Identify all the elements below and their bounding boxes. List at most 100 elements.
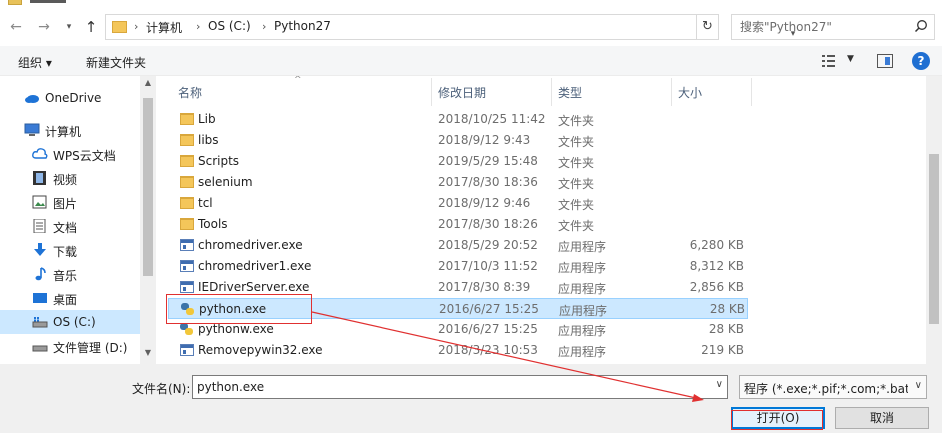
file-row-lib[interactable]: Lib 2018/10/25 11:42 文件夹 xyxy=(168,109,748,130)
breadcrumb-drive[interactable]: OS (C:) xyxy=(208,19,251,33)
sort-ascending-icon: ^ xyxy=(294,76,302,85)
file-name: chromedriver.exe xyxy=(198,238,303,252)
forward-button[interactable]: → xyxy=(35,17,53,37)
cancel-button[interactable]: 取消 xyxy=(835,407,929,429)
annotation-highlight-open xyxy=(731,410,823,430)
column-divider[interactable] xyxy=(431,78,432,106)
help-icon[interactable]: ? xyxy=(912,52,930,70)
file-list-scrollbar[interactable] xyxy=(926,76,942,364)
document-icon xyxy=(33,219,46,233)
column-divider[interactable] xyxy=(671,78,672,106)
file-row-scripts[interactable]: Scripts 2019/5/29 15:48 文件夹 xyxy=(168,151,748,172)
column-header-name[interactable]: 名称 xyxy=(178,84,202,101)
file-name: Lib xyxy=(198,112,216,126)
column-header-date[interactable]: 修改日期 xyxy=(438,84,486,101)
video-icon xyxy=(33,171,46,185)
file-date: 2017/8/30 8:39 xyxy=(438,280,531,294)
column-divider[interactable] xyxy=(751,78,752,106)
filename-input[interactable] xyxy=(193,376,703,398)
nav-item-computer[interactable]: 计算机 xyxy=(0,118,140,142)
file-row-removepywin32[interactable]: Removepywin32.exe 2018/3/23 10:53 应用程序 2… xyxy=(168,340,748,361)
recent-locations-button[interactable]: ▾ xyxy=(60,17,78,37)
search-box[interactable] xyxy=(731,14,935,40)
file-date: 2016/6/27 15:25 xyxy=(438,322,538,336)
file-row-tcl[interactable]: tcl 2018/9/12 9:46 文件夹 xyxy=(168,193,748,214)
file-date: 2017/8/30 18:26 xyxy=(438,217,538,231)
filename-label: 文件名(N): xyxy=(132,382,191,396)
file-type: 应用程序 xyxy=(558,345,607,359)
scroll-up-arrow-icon[interactable]: ▲ xyxy=(140,78,156,92)
breadcrumb-separator: › xyxy=(196,20,201,33)
nav-item-label: OS (C:) xyxy=(53,315,96,329)
organize-button[interactable]: 组织 ▾ xyxy=(18,54,52,71)
column-divider[interactable] xyxy=(551,78,552,106)
nav-item-label: 计算机 xyxy=(45,125,82,139)
file-row-tools[interactable]: Tools 2017/8/30 18:26 文件夹 xyxy=(168,214,748,235)
nav-item-documents[interactable]: 文档 xyxy=(0,214,140,238)
scroll-down-arrow-icon[interactable]: ▼ xyxy=(140,348,156,362)
file-row-chromedriver[interactable]: chromedriver.exe 2018/5/29 20:52 应用程序 6,… xyxy=(168,235,748,256)
search-icon xyxy=(914,20,927,33)
window-title-fragment xyxy=(30,0,66,3)
file-type: 应用程序 xyxy=(558,282,607,296)
file-date: 2018/10/25 11:42 xyxy=(438,112,546,126)
nav-item-videos[interactable]: 视频 xyxy=(0,166,140,190)
file-row-libs[interactable]: libs 2018/9/12 9:43 文件夹 xyxy=(168,130,748,151)
address-bar[interactable]: › 计算机 › OS (C:) › Python27 ▾ xyxy=(105,14,795,40)
file-name: IEDriverServer.exe xyxy=(198,280,310,294)
folder-icon xyxy=(180,155,194,167)
nav-item-music[interactable]: 音乐 xyxy=(0,262,140,286)
file-type: 文件夹 xyxy=(558,114,595,128)
window-title-strip xyxy=(0,0,942,8)
nav-item-drive-d[interactable]: 文件管理 (D:) xyxy=(0,334,140,358)
nav-item-desktop[interactable]: 桌面 xyxy=(0,286,140,310)
file-row-chromedriver1[interactable]: chromedriver1.exe 2017/10/3 11:52 应用程序 8… xyxy=(168,256,748,277)
scrollbar-thumb[interactable] xyxy=(143,98,153,276)
filetype-value: 程序 (*.exe;*.pif;*.com;*.bat;*. xyxy=(744,382,908,396)
filetype-select[interactable]: 程序 (*.exe;*.pif;*.com;*.bat;*. ∨ xyxy=(739,375,927,399)
nav-item-onedrive[interactable]: OneDrive xyxy=(0,86,140,110)
scrollbar-thumb[interactable] xyxy=(929,154,939,324)
nav-item-label: 下载 xyxy=(53,245,78,259)
breadcrumb-computer[interactable]: 计算机 xyxy=(146,19,182,36)
view-options-icon[interactable] xyxy=(822,54,844,68)
up-button[interactable]: ↑ xyxy=(82,17,100,37)
column-header-size[interactable]: 大小 xyxy=(678,84,702,101)
filename-combobox[interactable]: ∨ xyxy=(192,375,728,399)
file-size: 8,312 KB xyxy=(689,259,744,273)
file-name: chromedriver1.exe xyxy=(198,259,312,273)
file-type: 应用程序 xyxy=(558,261,607,275)
file-name: Scripts xyxy=(198,154,240,168)
file-type: 文件夹 xyxy=(558,156,595,170)
file-size: 6,280 KB xyxy=(689,238,744,252)
refresh-button[interactable]: ↻ xyxy=(697,14,719,40)
column-header-type[interactable]: 类型 xyxy=(558,84,582,101)
search-input[interactable] xyxy=(732,15,912,39)
application-icon xyxy=(180,344,194,356)
cloud-icon xyxy=(25,95,39,103)
breadcrumb-folder[interactable]: Python27 xyxy=(274,19,331,33)
nav-item-downloads[interactable]: 下载 xyxy=(0,238,140,262)
nav-item-pictures[interactable]: 图片 xyxy=(0,190,140,214)
nav-item-wps-cloud[interactable]: WPS云文档 xyxy=(0,142,140,166)
nav-item-label: 音乐 xyxy=(53,269,78,283)
nav-pane-scrollbar[interactable]: ▲ ▼ xyxy=(140,76,156,364)
file-name: selenium xyxy=(198,175,253,189)
chevron-down-icon[interactable]: ∨ xyxy=(716,379,723,390)
file-date: 2018/3/23 10:53 xyxy=(438,343,538,357)
new-folder-button[interactable]: 新建文件夹 xyxy=(86,54,146,71)
application-icon xyxy=(180,281,194,293)
folder-icon xyxy=(180,113,194,125)
python-icon xyxy=(180,323,194,335)
command-toolbar: 组织 ▾ 新建文件夹 ▼ ? xyxy=(0,46,942,76)
nav-item-drive-c[interactable]: OS (C:) xyxy=(0,310,140,334)
chevron-down-icon[interactable]: ▼ xyxy=(847,54,854,64)
breadcrumb-separator: › xyxy=(134,20,139,33)
file-type: 应用程序 xyxy=(558,240,607,254)
file-date: 2019/5/29 15:48 xyxy=(438,154,538,168)
file-type: 文件夹 xyxy=(558,198,595,212)
file-row-selenium[interactable]: selenium 2017/8/30 18:36 文件夹 xyxy=(168,172,748,193)
back-button[interactable]: ← xyxy=(7,17,25,37)
file-date: 2017/10/3 11:52 xyxy=(438,259,538,273)
preview-pane-icon[interactable] xyxy=(877,54,893,68)
